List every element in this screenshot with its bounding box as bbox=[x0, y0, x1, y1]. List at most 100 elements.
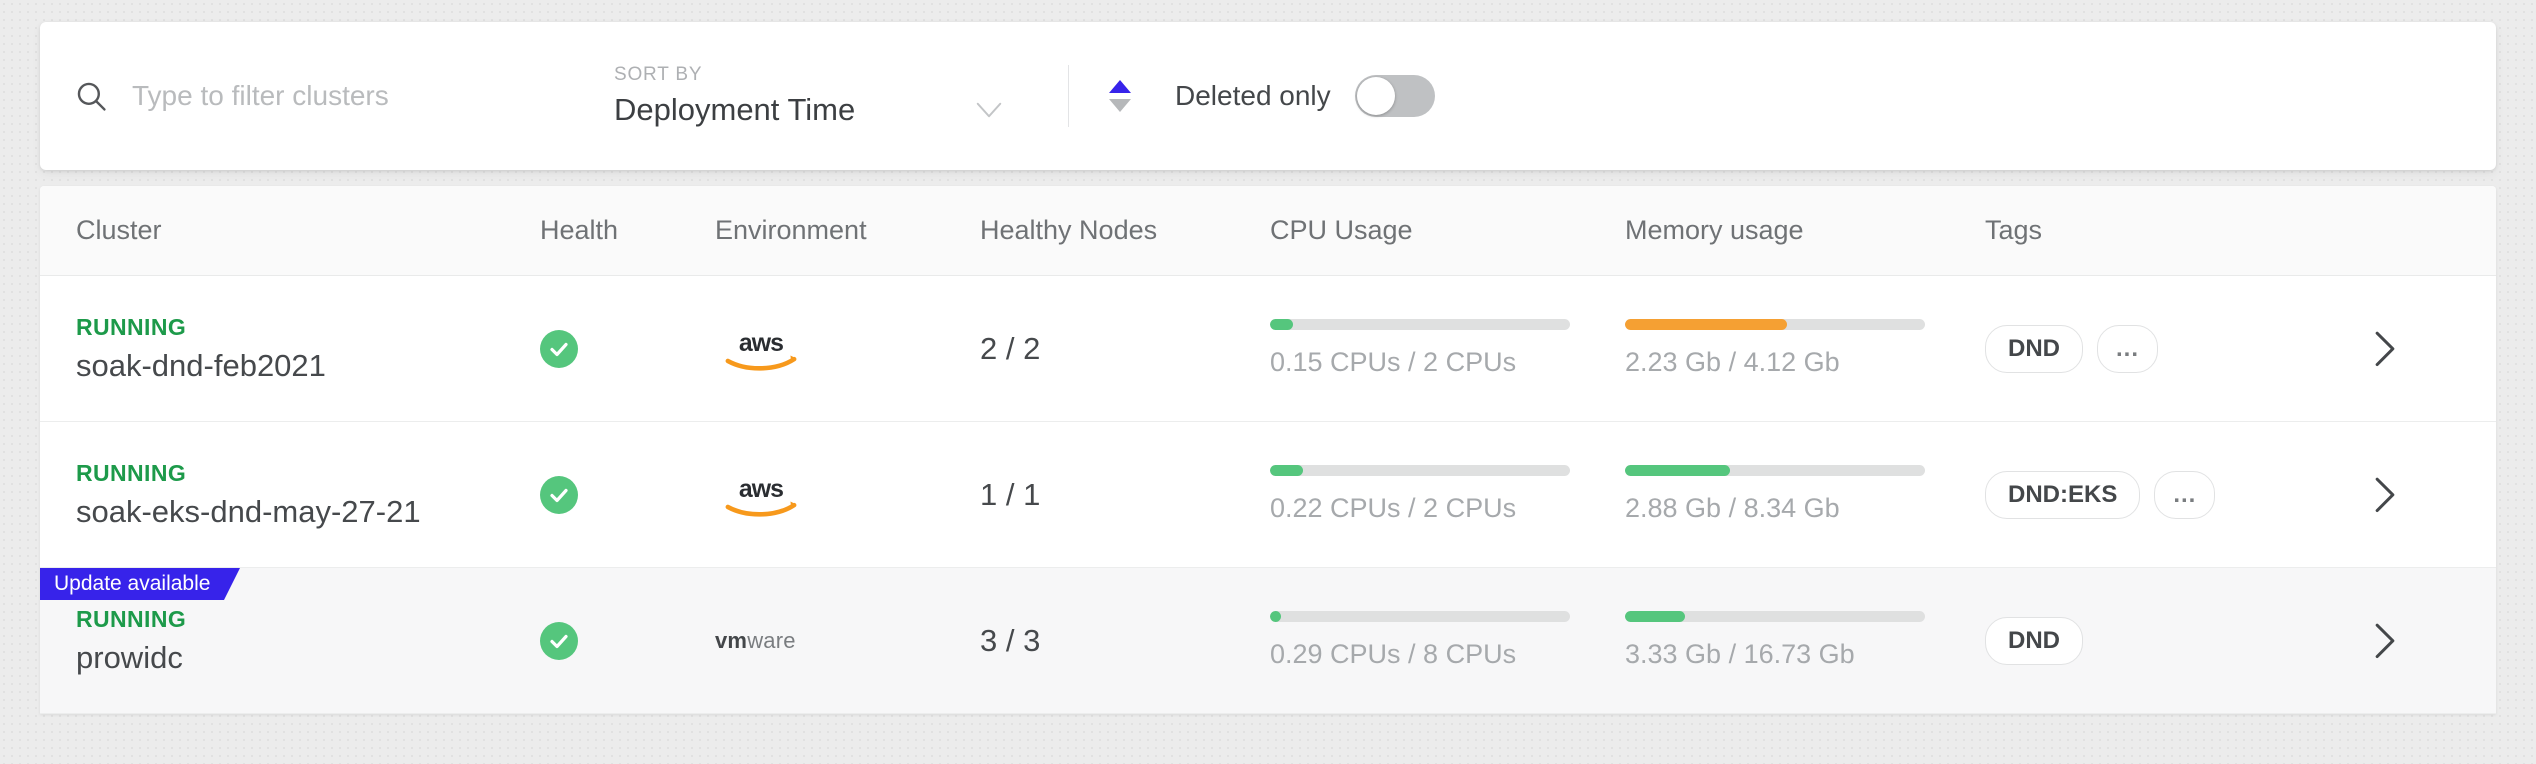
column-header-healthy-nodes: Healthy Nodes bbox=[980, 215, 1158, 245]
tags-wrap: DND bbox=[1985, 616, 2305, 665]
row-expand-cell[interactable] bbox=[2305, 622, 2465, 660]
cpu-usage-bar-track bbox=[1270, 319, 1570, 330]
cpu-usage-text: 0.29 CPUs / 8 CPUs bbox=[1270, 639, 1517, 669]
cpu-usage-bar-cell: 0.15 CPUs / 2 CPUs bbox=[1270, 319, 1625, 378]
cpu-usage-bar-fill bbox=[1270, 319, 1293, 330]
cluster-cell: RUNNING prowidc bbox=[40, 606, 540, 676]
chevron-right-icon[interactable] bbox=[2374, 622, 2396, 660]
memory-usage-text: 3.33 Gb / 16.73 Gb bbox=[1625, 639, 1855, 669]
cpu-usage-text: 0.15 CPUs / 2 CPUs bbox=[1270, 347, 1517, 377]
memory-usage-bar-fill bbox=[1625, 465, 1730, 476]
memory-usage-bar-cell: 2.88 Gb / 8.34 Gb bbox=[1625, 465, 1985, 524]
column-header-health: Health bbox=[540, 215, 619, 245]
memory-usage-text: 2.23 Gb / 4.12 Gb bbox=[1625, 347, 1840, 377]
cluster-name[interactable]: soak-eks-dnd-may-27-21 bbox=[76, 494, 540, 530]
sort-by-value: Deployment Time bbox=[614, 92, 856, 127]
check-circle-icon bbox=[540, 475, 578, 514]
healthy-nodes-value: 2 / 2 bbox=[980, 330, 1041, 366]
column-header-tags: Tags bbox=[1985, 215, 2043, 245]
memory-usage-bar-fill bbox=[1625, 319, 1787, 330]
healthy-nodes-value: 1 / 1 bbox=[980, 476, 1041, 512]
healthy-nodes-cell: 2 / 2 bbox=[980, 331, 1270, 367]
health-cell bbox=[540, 329, 715, 368]
tag-more-button[interactable]: ... bbox=[2154, 470, 2216, 519]
cpu-usage-bar-fill bbox=[1270, 465, 1303, 476]
column-header-cpu-usage: CPU Usage bbox=[1270, 215, 1413, 245]
cluster-cell: RUNNING soak-eks-dnd-may-27-21 bbox=[40, 460, 540, 530]
cluster-cell: RUNNING soak-dnd-feb2021 bbox=[40, 314, 540, 384]
healthy-nodes-cell: 3 / 3 bbox=[980, 623, 1270, 659]
toggle-knob bbox=[1356, 77, 1395, 115]
deleted-only-group: Deleted only bbox=[1175, 75, 1435, 117]
tags-wrap: DND:EKS... bbox=[1985, 470, 2305, 519]
memory-usage-bar-fill bbox=[1625, 611, 1685, 622]
vmware-logo: vmware bbox=[715, 627, 796, 653]
health-cell bbox=[540, 621, 715, 660]
environment-cell: aws bbox=[715, 324, 980, 374]
cpu-usage-bar-track bbox=[1270, 611, 1570, 622]
table-row[interactable]: RUNNING soak-dnd-feb2021 aws 2 / 2 0.15 CPUs… bbox=[40, 276, 2496, 422]
sort-by-label: SORT BY bbox=[614, 64, 703, 85]
cpu-usage-bar-fill bbox=[1270, 611, 1281, 622]
search-icon bbox=[74, 79, 108, 113]
memory-usage-bar-cell: 3.33 Gb / 16.73 Gb bbox=[1625, 611, 1985, 670]
toolbar-divider bbox=[1068, 65, 1069, 127]
sort-by-select[interactable]: Deployment Time bbox=[614, 92, 1004, 128]
check-circle-icon bbox=[540, 329, 578, 368]
deleted-only-toggle[interactable] bbox=[1354, 75, 1435, 117]
row-expand-cell[interactable] bbox=[2305, 476, 2465, 514]
cpu-usage-bar-cell: 0.22 CPUs / 2 CPUs bbox=[1270, 465, 1625, 524]
sort-direction-toggle[interactable] bbox=[1109, 80, 1131, 112]
memory-usage-bar-track bbox=[1625, 319, 1925, 330]
chevron-right-icon[interactable] bbox=[2374, 476, 2396, 514]
tags-wrap: DND... bbox=[1985, 324, 2305, 373]
triangle-up-icon[interactable] bbox=[1109, 80, 1131, 93]
aws-logo: aws bbox=[715, 324, 980, 374]
cluster-name[interactable]: prowidc bbox=[76, 640, 540, 676]
clusters-table: Cluster Health Environment Healthy Nodes… bbox=[40, 186, 2496, 714]
memory-usage-text: 2.88 Gb / 8.34 Gb bbox=[1625, 493, 1840, 523]
table-header-row: Cluster Health Environment Healthy Nodes… bbox=[40, 186, 2496, 276]
memory-usage-bar-track bbox=[1625, 611, 1925, 622]
row-expand-cell[interactable] bbox=[2305, 330, 2465, 368]
cpu-usage-bar-track bbox=[1270, 465, 1570, 476]
environment-cell: vmware bbox=[715, 628, 980, 654]
cpu-usage-bar-cell: 0.29 CPUs / 8 CPUs bbox=[1270, 611, 1625, 670]
tags-cell: DND... bbox=[1985, 324, 2305, 373]
update-available-badge: Update available bbox=[40, 568, 241, 600]
chevron-down-icon[interactable] bbox=[974, 100, 1004, 120]
status-badge: RUNNING bbox=[76, 459, 187, 486]
memory-usage-bar-cell: 2.23 Gb / 4.12 Gb bbox=[1625, 319, 1985, 378]
aws-logo: aws bbox=[715, 470, 980, 520]
health-cell bbox=[540, 475, 715, 514]
chevron-right-icon[interactable] bbox=[2374, 330, 2396, 368]
column-header-environment: Environment bbox=[715, 215, 867, 245]
search-input[interactable] bbox=[132, 80, 552, 112]
svg-text:aws: aws bbox=[739, 329, 783, 356]
table-row[interactable]: Update available RUNNING prowidc vmware 3 / … bbox=[40, 568, 2496, 714]
column-header-memory-usage: Memory usage bbox=[1625, 215, 1804, 245]
tag-pill[interactable]: DND:EKS bbox=[1985, 470, 2141, 519]
cluster-name[interactable]: soak-dnd-feb2021 bbox=[76, 348, 540, 384]
table-body: RUNNING soak-dnd-feb2021 aws 2 / 2 0.15 CPUs… bbox=[40, 276, 2496, 714]
cpu-usage-text: 0.22 CPUs / 2 CPUs bbox=[1270, 493, 1517, 523]
tag-pill[interactable]: DND bbox=[1985, 616, 2083, 665]
healthy-nodes-cell: 1 / 1 bbox=[980, 477, 1270, 513]
tag-pill[interactable]: DND bbox=[1985, 324, 2083, 373]
table-row[interactable]: RUNNING soak-eks-dnd-may-27-21 aws 1 / 1 0.2… bbox=[40, 422, 2496, 568]
tag-more-button[interactable]: ... bbox=[2097, 324, 2159, 373]
sort-by-group[interactable]: SORT BY Deployment Time bbox=[614, 64, 1044, 128]
triangle-down-icon[interactable] bbox=[1109, 99, 1131, 112]
tags-cell: DND:EKS... bbox=[1985, 470, 2305, 519]
check-circle-icon bbox=[540, 621, 578, 660]
search-group bbox=[74, 79, 574, 113]
memory-usage-bar-track bbox=[1625, 465, 1925, 476]
healthy-nodes-value: 3 / 3 bbox=[980, 622, 1041, 658]
status-badge: RUNNING bbox=[76, 313, 187, 340]
environment-cell: aws bbox=[715, 470, 980, 520]
status-badge: RUNNING bbox=[76, 605, 187, 632]
svg-text:aws: aws bbox=[739, 475, 783, 502]
tags-cell: DND bbox=[1985, 616, 2305, 665]
column-header-cluster: Cluster bbox=[76, 215, 162, 245]
deleted-only-label: Deleted only bbox=[1175, 80, 1331, 111]
